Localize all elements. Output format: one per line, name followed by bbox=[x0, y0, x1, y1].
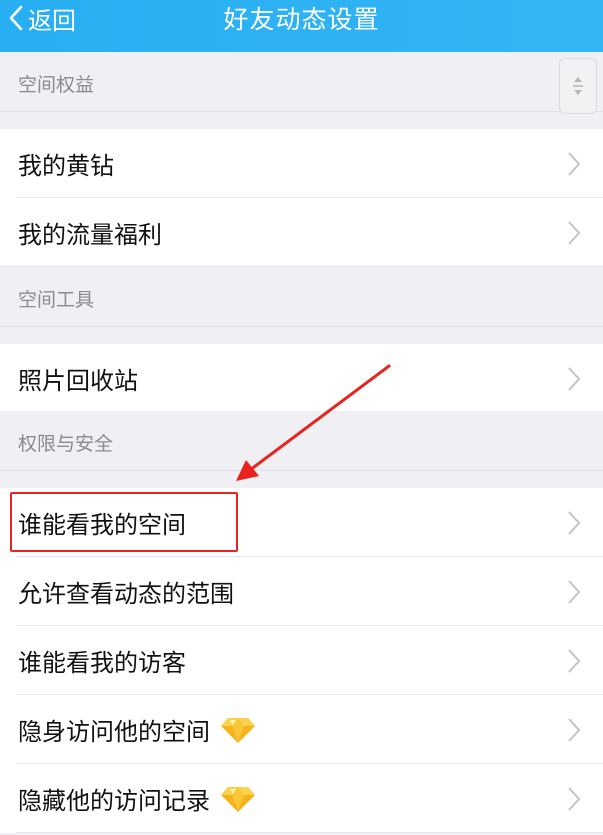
list-item-who-can-see-space[interactable]: 谁能看我的空间 bbox=[0, 488, 603, 557]
list-item-who-can-see-visitors[interactable]: 谁能看我的访客 bbox=[0, 626, 603, 695]
chevron-right-icon bbox=[568, 649, 581, 673]
page-title: 好友动态设置 bbox=[223, 5, 380, 34]
section-header-tools: 空间工具 bbox=[0, 267, 603, 327]
list-item-hide-visit-record[interactable]: 隐藏他的访问记录 bbox=[0, 764, 603, 833]
section-title: 权限与安全 bbox=[18, 433, 114, 455]
chevron-right-icon bbox=[568, 221, 581, 245]
chevron-right-icon bbox=[568, 580, 581, 604]
section-header-benefits: 空间权益 bbox=[0, 52, 603, 112]
chevron-right-icon bbox=[568, 511, 581, 535]
chevron-right-icon bbox=[568, 718, 581, 742]
list-item-label: 我的流量福利 bbox=[18, 221, 162, 249]
chevron-right-icon bbox=[568, 152, 581, 176]
scroll-handle[interactable] bbox=[559, 58, 597, 114]
list-item-label: 隐藏他的访问记录 bbox=[18, 787, 210, 815]
section-title: 空间工具 bbox=[18, 289, 95, 311]
list-item-label: 隐身访问他的空间 bbox=[18, 718, 210, 746]
list-item-label: 我的黄钻 bbox=[18, 152, 114, 180]
list-item-traffic-benefits[interactable]: 我的流量福利 bbox=[0, 198, 603, 267]
list-item-feed-visibility-range[interactable]: 允许查看动态的范围 bbox=[0, 557, 603, 626]
vip-diamond-icon bbox=[221, 717, 255, 743]
scroll-handle-icon bbox=[573, 77, 583, 95]
chevron-right-icon bbox=[568, 787, 581, 811]
vip-diamond-icon bbox=[221, 786, 255, 812]
list-item-label: 允许查看动态的范围 bbox=[18, 580, 234, 608]
section-title: 空间权益 bbox=[18, 74, 95, 96]
nav-bar: 返回 好友动态设置 bbox=[0, 0, 603, 52]
section-header-privacy: 权限与安全 bbox=[0, 411, 603, 471]
list-item-label: 谁能看我的空间 bbox=[18, 511, 186, 539]
list-item-label: 照片回收站 bbox=[18, 367, 138, 395]
list-item-yellow-diamond[interactable]: 我的黄钻 bbox=[0, 129, 603, 198]
list-item-label: 谁能看我的访客 bbox=[18, 649, 186, 677]
chevron-right-icon bbox=[568, 367, 581, 391]
list-item-photo-recycle-bin[interactable]: 照片回收站 bbox=[0, 344, 603, 413]
list-item-invisible-visit[interactable]: 隐身访问他的空间 bbox=[0, 695, 603, 764]
